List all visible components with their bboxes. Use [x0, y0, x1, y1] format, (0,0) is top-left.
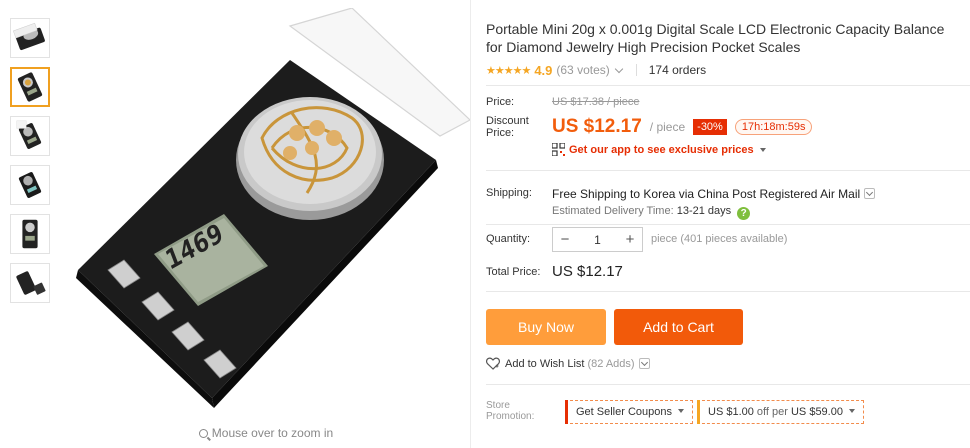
seller-coupons-button[interactable]: Get Seller Coupons — [565, 400, 693, 424]
caret-down-icon — [759, 147, 766, 152]
help-icon[interactable]: ? — [737, 207, 751, 220]
discount-price-row: US $12.17 / piece -30% 17h:18m:59s — [552, 115, 813, 139]
deal-connector: off per — [753, 406, 791, 418]
wishlist-count: (82 Adds) — [587, 357, 635, 370]
magnifier-icon — [198, 429, 208, 438]
thumbnail-1[interactable] — [10, 18, 50, 58]
caret-down-icon — [678, 409, 684, 413]
estimate-label: Estimated Delivery Time: — [552, 205, 674, 217]
divider — [486, 384, 970, 385]
deal-amount: US $1.00 — [708, 406, 754, 418]
discount-price: US $12.17 — [552, 116, 642, 137]
app-promo-text: Get our app to see exclusive prices — [569, 143, 754, 156]
shipping-text: Free Shipping to Korea via China Post Re… — [552, 187, 861, 201]
chevron-down-icon[interactable] — [614, 64, 623, 73]
discount-badge: -30% — [693, 119, 727, 135]
store-deal-button[interactable]: US $1.00 off per US $59.00 — [697, 400, 864, 424]
store-promotion-label: Store Promotion: — [486, 400, 535, 422]
caret-down-icon — [848, 409, 855, 413]
shipping-label: Shipping: — [486, 187, 532, 199]
qr-code-icon — [552, 143, 565, 156]
seller-coupons-text: Get Seller Coupons — [576, 406, 672, 418]
delivery-estimate: Estimated Delivery Time: 13-21 days ? — [552, 205, 751, 220]
thumbnail-list — [10, 18, 54, 312]
thumbnail-2[interactable] — [10, 67, 50, 107]
orders-count: 174 orders — [648, 63, 707, 77]
shipping-method[interactable]: Free Shipping to Korea via China Post Re… — [552, 187, 876, 201]
wishlist-text: Add to Wish List — [505, 357, 585, 370]
chevron-down-icon[interactable] — [864, 188, 876, 199]
zoom-hint-text: Mouse over to zoom in — [211, 426, 334, 440]
thumbnail-4[interactable] — [10, 165, 50, 205]
countdown-timer: 17h:18m:59s — [734, 119, 813, 135]
original-price: US $17.38 / piece — [552, 96, 640, 108]
app-promo-link[interactable]: Get our app to see exclusive prices — [552, 143, 766, 156]
quantity-input[interactable]: 1 — [577, 233, 618, 247]
quantity-label: Quantity: — [486, 233, 531, 245]
quantity-decrease-button[interactable]: − — [553, 231, 577, 248]
deal-threshold: US $59.00 — [790, 406, 843, 418]
quantity-increase-button[interactable]: + — [618, 231, 642, 248]
product-info: Portable Mini 20g x 0.001g Digital Scale… — [486, 0, 970, 78]
availability-text: piece (401 pieces available) — [651, 233, 788, 245]
estimate-unit: days — [707, 205, 732, 217]
divider — [486, 85, 970, 86]
total-price-value: US $12.17 — [552, 263, 623, 280]
divider — [486, 170, 970, 171]
thumbnail-3[interactable] — [10, 116, 50, 156]
price-label: Price: — [486, 96, 515, 108]
chevron-down-icon[interactable] — [638, 358, 650, 369]
rating-value: 4.9 — [534, 62, 553, 78]
thumbnail-5[interactable] — [10, 214, 50, 254]
product-title: Portable Mini 20g x 0.001g Digital Scale… — [486, 21, 945, 55]
rating-row: ★★★★★ 4.9 (63 votes) 174 orders — [486, 62, 970, 78]
thumbnail-6[interactable] — [10, 263, 50, 303]
divider — [486, 291, 970, 292]
heart-icon — [486, 357, 500, 370]
zoom-hint: Mouse over to zoom in — [62, 426, 470, 440]
discount-price-label: Discount Price: — [486, 115, 529, 139]
main-product-image[interactable]: 1469 — [62, 8, 470, 420]
quantity-stepper: − 1 + — [552, 227, 643, 252]
star-rating-icon: ★★★★★ — [486, 64, 531, 77]
scale-illustration: 1469 — [76, 8, 470, 408]
buy-now-button[interactable]: Buy Now — [486, 309, 606, 345]
estimate-range: 13-21 — [676, 205, 705, 217]
votes-count[interactable]: (63 votes) — [556, 63, 609, 77]
add-to-cart-button[interactable]: Add to Cart — [614, 309, 743, 345]
total-price-label: Total Price: — [486, 266, 541, 278]
rating-separator — [635, 64, 637, 76]
add-to-wishlist-link[interactable]: Add to Wish List (82 Adds) — [486, 357, 650, 370]
divider — [486, 224, 970, 225]
per-piece-label: / piece — [649, 120, 686, 134]
column-divider — [470, 0, 471, 448]
